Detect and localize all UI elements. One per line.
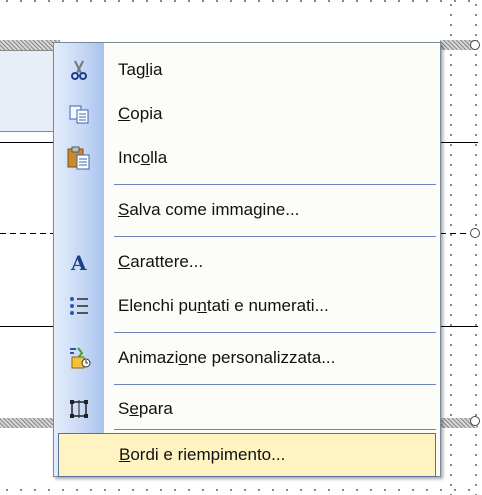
menu-separator — [114, 429, 436, 430]
bullets-icon — [65, 292, 93, 320]
animation-icon — [65, 344, 93, 372]
menu-item-label: Bordi e riempimento... — [119, 445, 286, 464]
menu-item-bullets-numbering[interactable]: Elenchi puntati e numerati... — [54, 284, 440, 328]
menu-item-label: Elenchi puntati e numerati... — [118, 296, 329, 315]
menu-separator — [114, 332, 436, 333]
scissors-icon — [65, 56, 93, 84]
svg-text:A: A — [70, 251, 87, 274]
resize-handle[interactable] — [470, 416, 480, 426]
dotted-guide — [0, 489, 482, 491]
resize-handle[interactable] — [470, 228, 480, 238]
table-line — [440, 326, 478, 327]
menu-item-save-as-picture[interactable]: Salva come immagine... — [54, 188, 440, 232]
resize-handle[interactable] — [470, 40, 480, 50]
menu-item-label: Incolla — [118, 148, 168, 167]
menu-item-ungroup[interactable]: Separa — [54, 387, 440, 431]
ungroup-icon — [65, 395, 93, 423]
menu-item-custom-animation[interactable]: Animazione personalizzata... — [54, 336, 440, 380]
menu-item-label: Taglia — [118, 60, 163, 79]
context-menu: Taglia Copia Incolla Salva come immagine… — [53, 42, 441, 477]
menu-separator — [114, 184, 436, 185]
paste-icon — [65, 144, 93, 172]
table-line — [0, 326, 60, 327]
selection-border — [0, 40, 60, 50]
menu-item-font[interactable]: A Carattere... — [54, 240, 440, 284]
copy-icon — [65, 100, 93, 128]
table-cell — [0, 50, 61, 132]
menu-item-label: Carattere... — [118, 252, 204, 271]
menu-item-copy[interactable]: Copia — [54, 92, 440, 136]
menu-separator — [114, 236, 436, 237]
menu-item-label: Copia — [118, 104, 163, 123]
menu-separator — [114, 384, 436, 385]
menu-item-label: Animazione personalizzata... — [118, 348, 336, 367]
menu-item-cut[interactable]: Taglia — [54, 48, 440, 92]
menu-item-label: Separa — [118, 399, 173, 418]
table-line — [0, 142, 60, 143]
table-line — [0, 233, 60, 234]
dotted-guide — [0, 0, 482, 2]
selection-border — [0, 418, 60, 428]
table-line — [440, 142, 478, 143]
font-icon: A — [65, 248, 93, 276]
menu-item-borders-fill[interactable]: Bordi e riempimento... — [58, 433, 436, 477]
menu-item-label: Salva come immagine... — [118, 200, 300, 219]
menu-item-paste[interactable]: Incolla — [54, 136, 440, 180]
